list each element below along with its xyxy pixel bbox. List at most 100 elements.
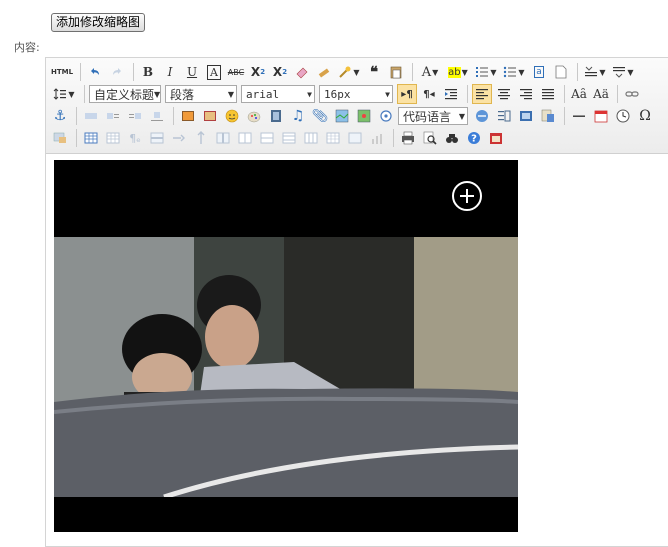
expand-plus-icon[interactable] <box>452 181 482 211</box>
search-icon[interactable] <box>442 128 462 148</box>
underline-icon[interactable]: U <box>182 62 202 82</box>
insert-paragraph-before-table-icon[interactable]: ¶ₑ <box>125 128 145 148</box>
font-color-icon[interactable]: A ▼ <box>417 62 443 82</box>
background-icon[interactable] <box>516 106 536 126</box>
text-direction-rtl-icon[interactable]: ¶◂ <box>419 84 439 104</box>
lowercase-icon[interactable]: Aä <box>591 84 611 104</box>
toolbar-separator <box>133 63 134 81</box>
custom-heading-select[interactable]: 自定义标题 ▼ <box>89 85 161 103</box>
bold-icon[interactable]: B <box>138 62 158 82</box>
paragraph-format-select[interactable]: 段落 ▼ <box>165 85 237 103</box>
code-language-select[interactable]: 代码语言 ▼ <box>398 107 468 125</box>
ordered-list-icon[interactable]: ▼ <box>473 62 499 82</box>
split-to-cells-icon[interactable] <box>301 128 321 148</box>
search-replace-icon[interactable] <box>50 128 70 148</box>
insert-row-icon[interactable] <box>147 128 167 148</box>
clear-document-icon[interactable] <box>551 62 571 82</box>
eraser-icon[interactable] <box>292 62 312 82</box>
template-icon[interactable] <box>494 106 514 126</box>
italic-icon[interactable]: I <box>160 62 180 82</box>
insert-table-icon[interactable] <box>81 128 101 148</box>
link-icon[interactable] <box>622 84 642 104</box>
subscript-icon[interactable]: X2 <box>270 62 290 82</box>
row-spacing-bottom-icon[interactable]: ▼ <box>610 62 636 82</box>
emotion-icon[interactable] <box>222 106 242 126</box>
anchor-icon[interactable]: ⚓ <box>50 106 70 126</box>
image-left-icon[interactable] <box>103 106 123 126</box>
image-right-icon[interactable] <box>125 106 145 126</box>
indent-icon[interactable] <box>441 84 461 104</box>
align-right-icon[interactable] <box>516 84 536 104</box>
insert-time-icon[interactable] <box>613 106 633 126</box>
row-spacing-top-icon[interactable]: ▼ <box>582 62 608 82</box>
chart-icon[interactable] <box>367 128 387 148</box>
toolbar-separator <box>617 85 618 103</box>
superscript-icon[interactable]: X2 <box>248 62 268 82</box>
simple-upload-icon[interactable] <box>178 106 198 126</box>
insert-video-icon[interactable] <box>266 106 286 126</box>
align-left-icon[interactable] <box>472 84 492 104</box>
uppercase-icon[interactable]: Aȃ <box>569 84 589 104</box>
word-image-icon[interactable] <box>538 106 558 126</box>
blockquote-icon[interactable]: ❝ <box>364 62 384 82</box>
align-justify-icon[interactable] <box>538 84 558 104</box>
gmap-icon[interactable] <box>354 106 374 126</box>
unordered-list-icon[interactable]: ▼ <box>501 62 527 82</box>
content-label: 内容: <box>14 41 40 54</box>
toolbar-row-3: ⚓ ♫ 📎︎ 代码语言 ▼ Ω <box>50 105 657 127</box>
toolbar-separator <box>76 107 77 125</box>
paste-plain-icon[interactable] <box>386 62 406 82</box>
image-center-icon[interactable] <box>147 106 167 126</box>
toolbar-separator <box>393 129 394 147</box>
insert-frame-icon[interactable] <box>376 106 396 126</box>
map-icon[interactable] <box>332 106 352 126</box>
align-center-icon[interactable] <box>494 84 514 104</box>
split-to-cols-icon[interactable] <box>345 128 365 148</box>
delete-table-icon[interactable] <box>103 128 123 148</box>
page-break-icon[interactable] <box>472 106 492 126</box>
merge-right-icon[interactable] <box>257 128 277 148</box>
preview-icon[interactable] <box>420 128 440 148</box>
split-to-rows-icon[interactable] <box>323 128 343 148</box>
redo-icon[interactable] <box>107 62 127 82</box>
insert-date-icon[interactable] <box>591 106 611 126</box>
select-all-icon[interactable]: a <box>529 62 549 82</box>
format-brush-icon[interactable] <box>314 62 334 82</box>
toolbar-separator <box>173 107 174 125</box>
drafts-icon[interactable] <box>486 128 506 148</box>
toolbar-separator <box>80 63 81 81</box>
add-thumbnail-button[interactable]: 添加修改缩略图 <box>51 13 146 32</box>
toolbar-separator <box>564 85 565 103</box>
merge-down-icon[interactable] <box>279 128 299 148</box>
delete-row-icon[interactable] <box>169 128 189 148</box>
insert-image-icon[interactable] <box>200 106 220 126</box>
toolbar-separator <box>412 63 413 81</box>
merge-cells-icon[interactable] <box>235 128 255 148</box>
text-direction-ltr-icon[interactable]: ▸¶ <box>397 84 417 104</box>
video-frame <box>54 237 518 497</box>
auto-typeset-icon[interactable]: ▼ <box>336 62 362 82</box>
toolbar-separator <box>467 85 468 103</box>
image-none-icon[interactable] <box>81 106 101 126</box>
undo-icon[interactable] <box>85 62 105 82</box>
font-family-select[interactable]: arial ▼ <box>241 85 315 103</box>
highlight-color-icon[interactable]: ab ▼ <box>445 62 471 82</box>
strikethrough-icon[interactable]: ABC <box>226 62 246 82</box>
special-chars-icon[interactable]: Ω <box>635 106 655 126</box>
help-icon[interactable]: ? <box>464 128 484 148</box>
embedded-video[interactable] <box>54 160 518 532</box>
horizontal-rule-icon[interactable] <box>569 106 589 126</box>
music-icon[interactable]: ♫ <box>288 106 308 126</box>
video-scene <box>54 237 518 497</box>
line-height-icon[interactable]: ▼ <box>50 84 78 104</box>
print-icon[interactable] <box>398 128 418 148</box>
scrawl-icon[interactable] <box>244 106 264 126</box>
toolbar-row-4: ¶ₑ ? <box>50 127 508 149</box>
attachment-icon[interactable]: 📎︎ <box>310 106 330 126</box>
font-size-select[interactable]: 16px ▼ <box>319 85 393 103</box>
delete-col-icon[interactable] <box>213 128 233 148</box>
insert-col-icon[interactable] <box>191 128 211 148</box>
editor-toolbar: HTML B I U A ABC X2 X2 ▼ ❝ A ▼ ab ▼ ▼ ▼ a <box>46 58 668 154</box>
source-html-button[interactable]: HTML <box>50 62 74 82</box>
font-border-icon[interactable]: A <box>204 62 224 82</box>
